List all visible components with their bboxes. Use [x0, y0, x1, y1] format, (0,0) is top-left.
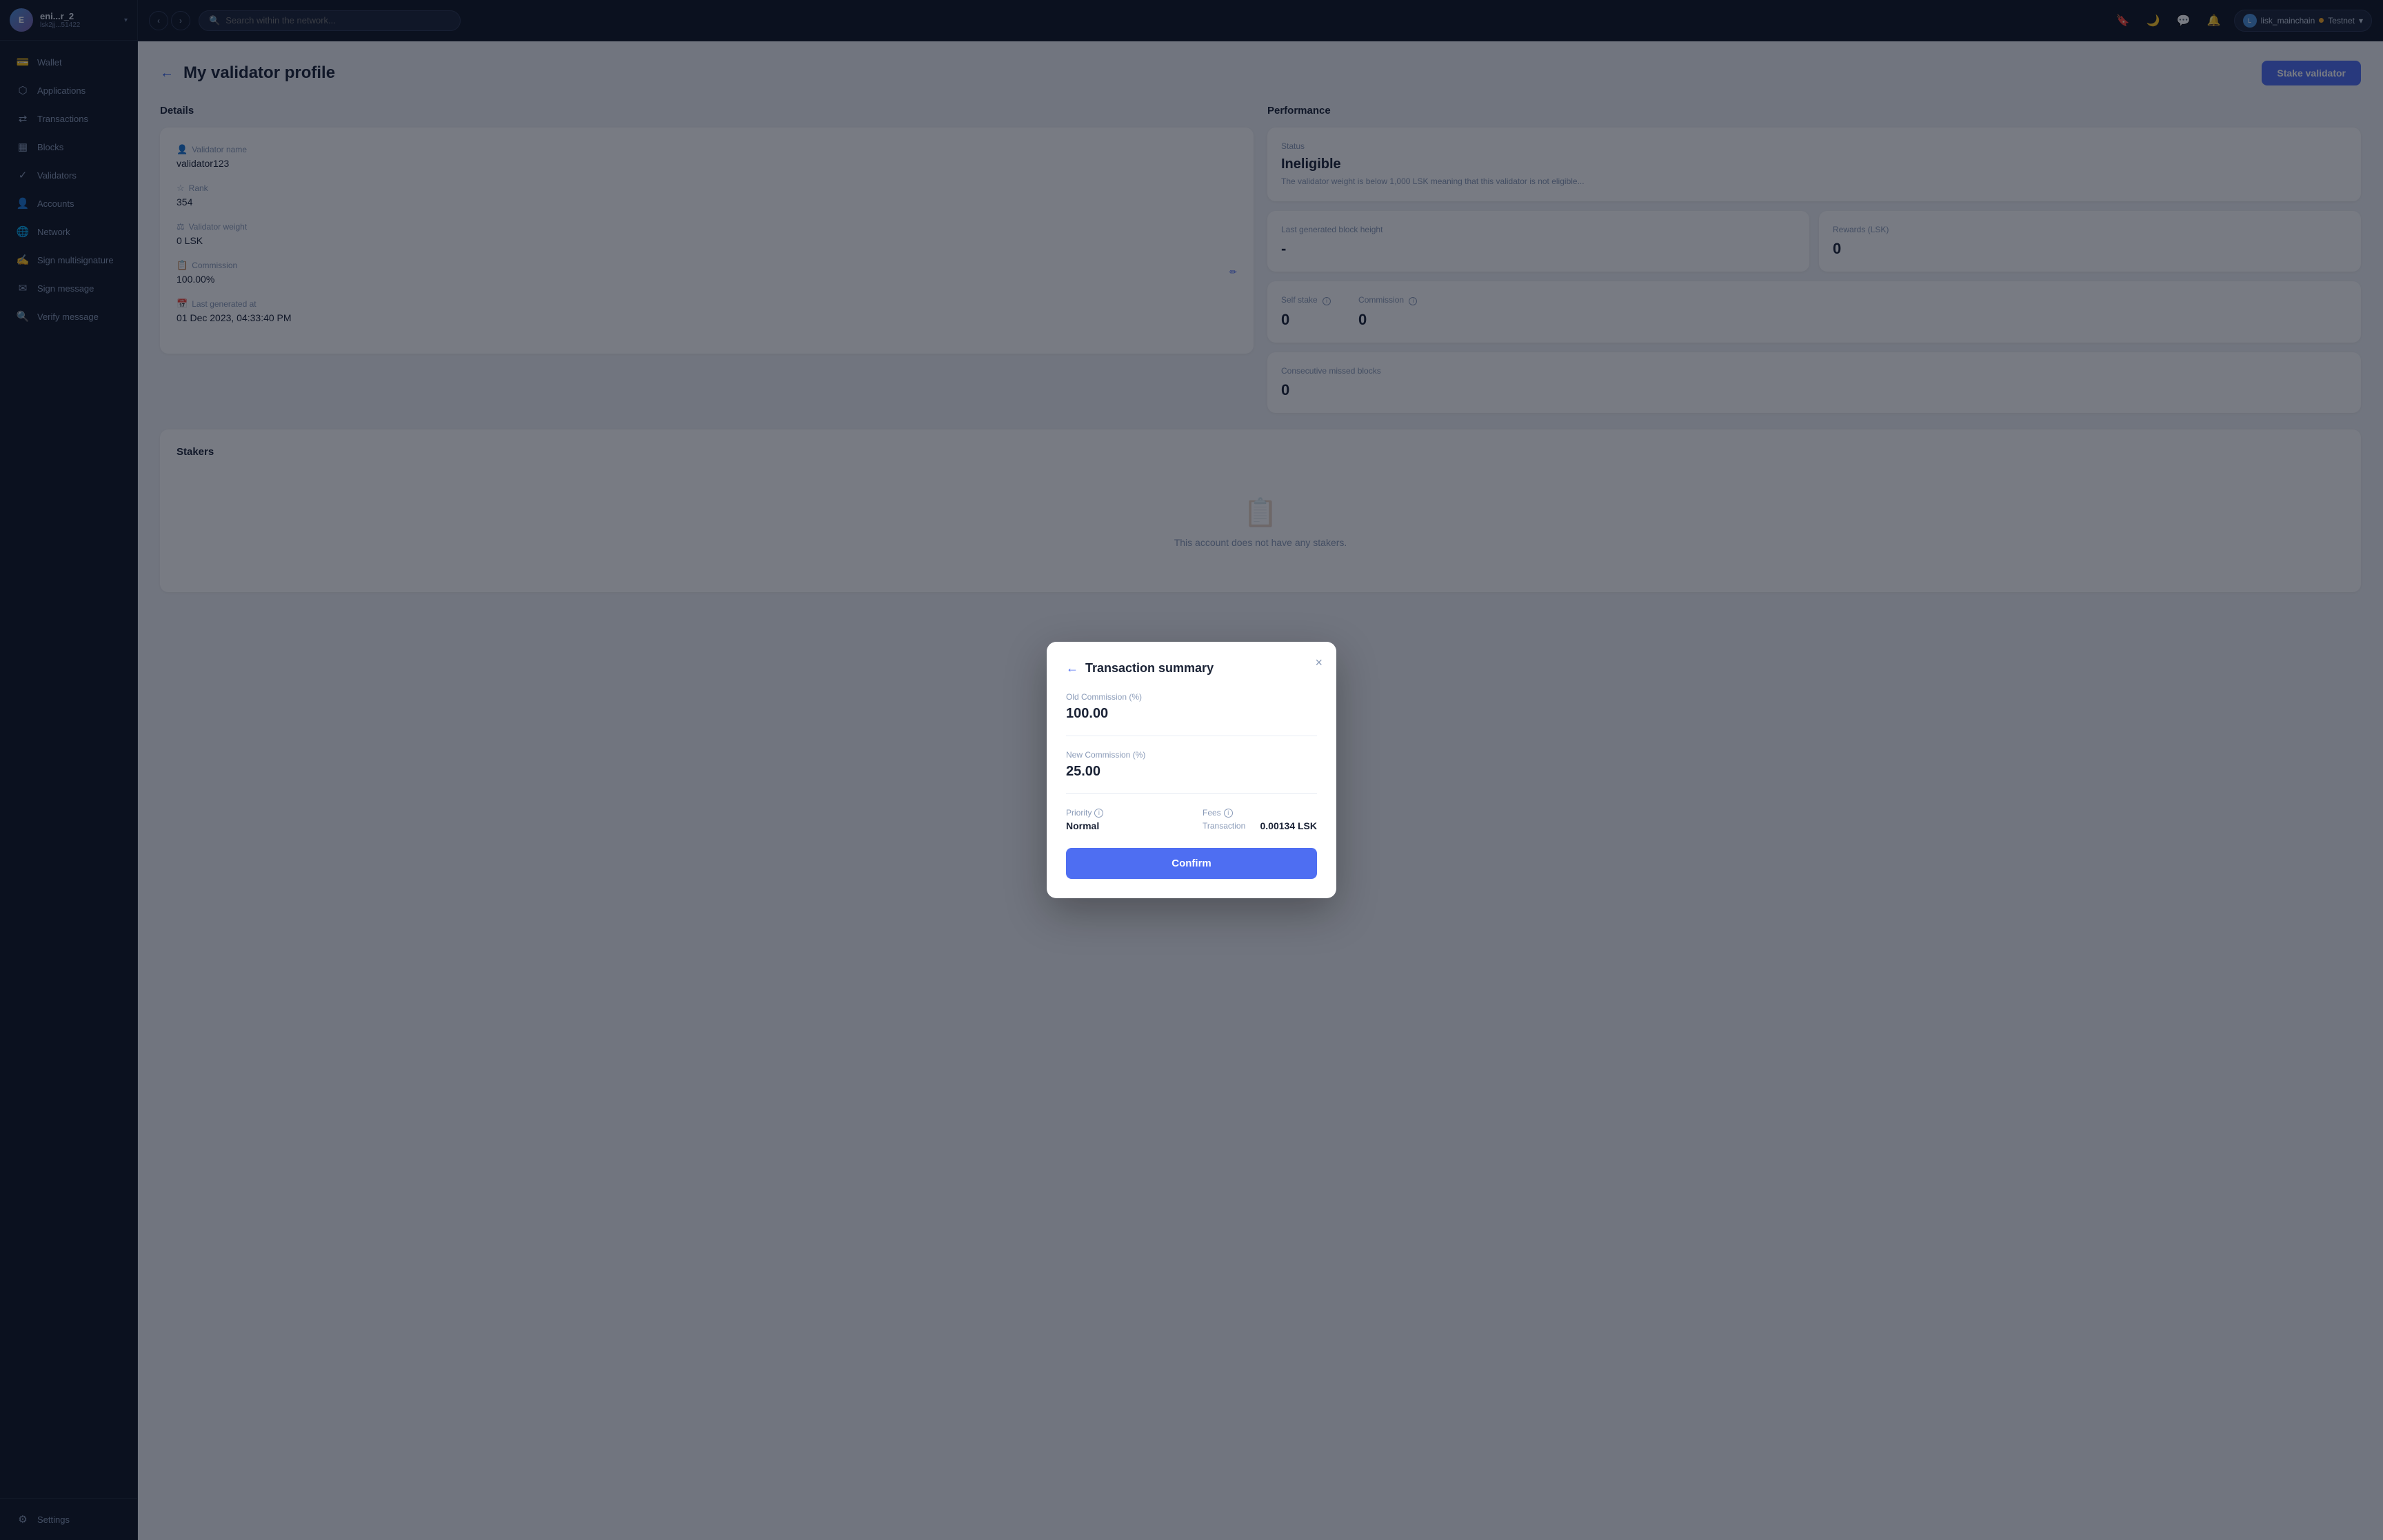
- new-commission-label: New Commission (%): [1066, 750, 1317, 760]
- new-commission-value: 25.00: [1066, 764, 1317, 780]
- modal-overlay: ← Transaction summary × Old Commission (…: [0, 0, 2383, 1540]
- modal-back-button[interactable]: ←: [1066, 661, 1078, 676]
- modal-divider-2: [1066, 793, 1317, 794]
- transaction-summary-modal: ← Transaction summary × Old Commission (…: [1047, 642, 1336, 898]
- modal-close-button[interactable]: ×: [1315, 656, 1323, 670]
- modal-title: Transaction summary: [1085, 661, 1214, 676]
- old-commission-value: 100.00: [1066, 706, 1317, 722]
- old-commission-label: Old Commission (%): [1066, 692, 1317, 702]
- fees-info-icon: i: [1224, 809, 1233, 818]
- fees-row: Priority i Normal Fees i Transaction 0.0…: [1066, 808, 1317, 831]
- fee-transaction-label: Transaction: [1203, 821, 1245, 831]
- priority-label: Priority: [1066, 808, 1092, 818]
- priority-value: Normal: [1066, 820, 1180, 831]
- fees-column: Fees i Transaction 0.00134 LSK: [1203, 808, 1317, 831]
- fee-transaction-value: 0.00134 LSK: [1260, 820, 1318, 831]
- old-commission-field: Old Commission (%) 100.00: [1066, 692, 1317, 722]
- confirm-button[interactable]: Confirm: [1066, 848, 1317, 879]
- priority-info-icon: i: [1094, 809, 1103, 818]
- priority-column: Priority i Normal: [1066, 808, 1180, 831]
- fees-label: Fees: [1203, 808, 1221, 818]
- new-commission-field: New Commission (%) 25.00: [1066, 750, 1317, 780]
